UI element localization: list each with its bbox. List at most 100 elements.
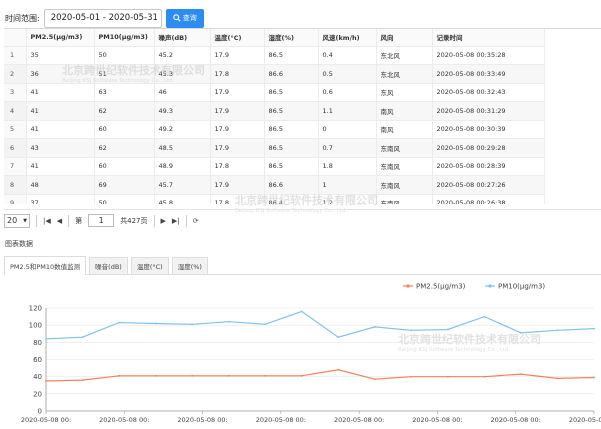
data-point — [446, 328, 449, 331]
data-point — [81, 336, 84, 339]
legend-label: PM10(μg/m3) — [498, 283, 545, 291]
refresh-icon[interactable]: ⟳ — [193, 217, 199, 225]
data-point — [264, 374, 267, 377]
date-range-input[interactable]: 2020-05-01 - 2020-05-31 — [43, 8, 162, 28]
data-point — [300, 374, 303, 377]
table-row[interactable]: 6 43 62 48.5 17.9 86.5 0.7 东南风 2020-05-08 00:29:… — [4, 138, 545, 158]
x-tick-label: 2020-05-08 00: — [21, 416, 71, 424]
table-cell: 1 — [318, 175, 377, 195]
column-header[interactable]: PM10(μg/m3) — [94, 29, 155, 47]
data-point — [410, 329, 413, 332]
chart-tab[interactable]: 湿度(%) — [171, 257, 208, 274]
divider — [153, 214, 155, 227]
column-header[interactable]: PM2.5(μg/m3) — [26, 29, 95, 47]
column-header[interactable]: 温度(°C) — [210, 29, 265, 47]
data-point — [593, 376, 595, 379]
table-row[interactable]: 8 48 69 45.7 17.9 86.6 1 东南风 2020-05-08 00:27:26 — [4, 175, 545, 195]
data-point — [337, 368, 340, 371]
data-point — [410, 375, 413, 378]
column-header[interactable]: 湿度(%) — [264, 29, 319, 47]
table-cell: 50 — [94, 46, 155, 65]
row-number: 9 — [4, 194, 27, 204]
table-cell: 东北风 — [376, 46, 433, 65]
data-point — [45, 338, 47, 340]
table-cell: 43 — [26, 138, 95, 158]
table-cell: 37 — [26, 194, 95, 204]
table-cell: 17.9 — [210, 120, 265, 139]
column-header[interactable]: 记录时间 — [432, 29, 545, 47]
x-tick-label: 2020-05-08 00: — [412, 416, 462, 424]
chart-tab[interactable]: PM2.5和PM10数值监测 — [4, 256, 87, 275]
table-row[interactable]: 1 35 50 45.2 17.9 86.5 0.4 东北风 2020-05-08 00:35:… — [4, 46, 545, 65]
data-point — [300, 310, 303, 313]
chart-tab[interactable]: 温度(°C) — [130, 257, 169, 274]
y-tick-label: 100 — [29, 322, 42, 330]
table-cell: 南风 — [376, 120, 433, 139]
row-number: 2 — [4, 64, 27, 84]
table-cell: 63 — [94, 83, 155, 102]
table-cell: 0 — [318, 120, 377, 139]
table-cell: 86.5 — [264, 120, 319, 139]
table-cell: 17.8 — [210, 194, 265, 204]
data-point — [446, 375, 449, 378]
table-cell: 17.9 — [210, 83, 265, 102]
x-tick-label: 2020-05-08 00: — [491, 416, 541, 424]
data-point — [593, 327, 595, 330]
data-point — [81, 379, 84, 381]
data-point — [264, 323, 267, 326]
table-cell: 0.4 — [318, 46, 377, 65]
table-cell: 45.8 — [154, 194, 211, 204]
chart-tabs: PM2.5和PM10数值监测 噪音(dB) 温度(°C) 湿度(%) — [4, 256, 601, 275]
page-size-select[interactable]: 20 ▼ — [4, 213, 30, 228]
panel-title: 图表数据 — [5, 240, 33, 248]
divider — [68, 214, 70, 227]
time-range-label: 时间范围: — [5, 13, 40, 23]
page-number-input[interactable]: 1 — [88, 214, 115, 227]
total-pages: 共427页 — [120, 216, 148, 225]
table-cell: 35 — [26, 46, 95, 65]
table-row[interactable]: 3 41 63 46 17.9 86.5 0.6 东风 2020-05-08 00:32:43 — [4, 83, 545, 102]
table-row[interactable]: 9375045.817.886.41.2东南风2020-05-08 00:26:… — [4, 194, 545, 204]
table-cell: 49.3 — [154, 101, 211, 121]
table-cell: 45.2 — [154, 46, 211, 65]
pagination: 20 ▼ |◀ ◀ 第 1 共427页 ▶ ▶| ⟳ — [4, 209, 601, 229]
table-row[interactable]: 4 41 62 49.3 17.9 86.5 1.1 南风 2020-05-08 00:31:2… — [4, 101, 545, 121]
row-number: 6 — [4, 138, 27, 158]
x-tick-label: 2020-05-08 00: — [334, 416, 384, 424]
data-point — [118, 374, 120, 377]
query-button[interactable]: 查询 — [165, 8, 204, 28]
table-cell: 2020-05-08 00:31:29 — [432, 101, 545, 121]
table-row[interactable]: 7 41 60 48.9 17.8 86.5 1.8 东南风 2020-05-08 00:28:… — [4, 157, 545, 176]
divider — [36, 214, 37, 227]
table-cell: 17.9 — [210, 101, 265, 121]
table-cell: 62 — [94, 101, 155, 121]
table-row[interactable]: 5 41 60 49.2 17.9 86.5 0 南风 2020-05-08 00:30:39 — [4, 120, 545, 139]
prev-page-icon[interactable]: ◀ — [57, 217, 62, 225]
last-page-icon[interactable]: ▶| — [172, 217, 180, 225]
table-cell: 2020-05-08 00:33:49 — [432, 64, 545, 84]
table-cell: 60 — [94, 157, 155, 176]
table-cell: 41 — [26, 120, 95, 139]
table-cell: 1.8 — [318, 157, 377, 176]
column-header[interactable]: 风速(km/h) — [318, 29, 377, 47]
table-cell: 86.5 — [264, 138, 319, 158]
data-point — [520, 373, 522, 375]
table-cell: 2020-05-08 00:30:39 — [432, 120, 545, 139]
column-header[interactable]: 风向 — [376, 29, 433, 47]
table-row[interactable]: 2 36 51 45.3 17.8 86.6 0.5 东北风 2020-05-08 00:33:… — [4, 64, 545, 84]
table-cell: 东南风 — [376, 194, 433, 204]
first-page-icon[interactable]: |◀ — [43, 217, 51, 225]
page-size-value: 20 — [7, 216, 18, 225]
legend-marker — [488, 284, 492, 288]
table-cell: 17.9 — [210, 138, 265, 158]
table-cell: 45.7 — [154, 175, 211, 195]
query-button-label: 查询 — [182, 14, 197, 22]
column-header[interactable] — [4, 29, 27, 47]
data-point — [227, 374, 230, 377]
legend-label: PM2.5(μg/m3) — [416, 283, 466, 291]
next-page-icon[interactable]: ▶ — [161, 217, 166, 225]
table-cell: 17.9 — [210, 46, 265, 65]
row-number: 1 — [4, 46, 27, 65]
column-header[interactable]: 噪声(dB) — [154, 29, 211, 47]
chart-tab[interactable]: 噪音(dB) — [89, 257, 128, 274]
